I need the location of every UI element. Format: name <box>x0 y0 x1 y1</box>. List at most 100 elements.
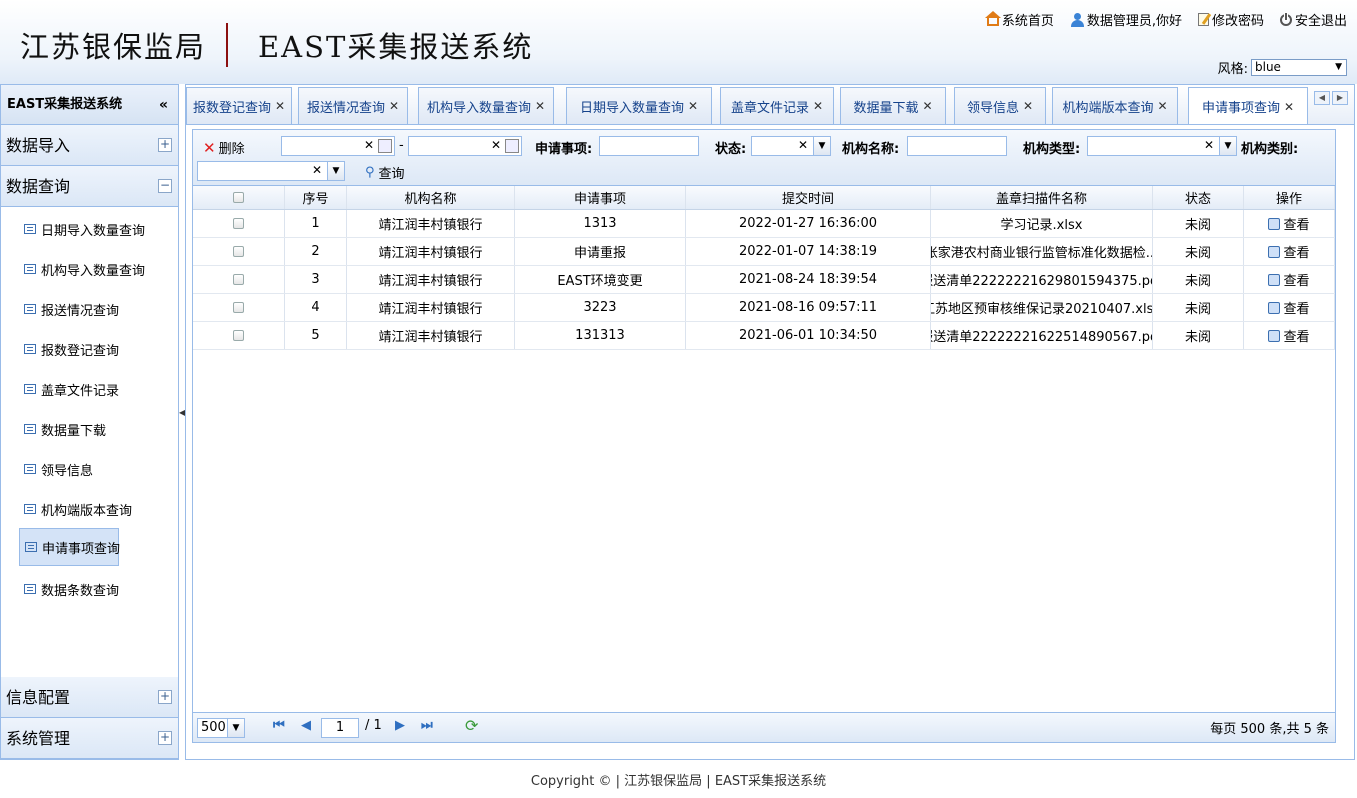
expand-icon[interactable]: + <box>158 690 172 704</box>
change-password-link[interactable]: 修改密码 <box>1197 10 1264 29</box>
scroll-left-icon[interactable]: ◀ <box>1314 91 1330 105</box>
close-icon[interactable]: ✕ <box>1023 99 1033 113</box>
close-icon[interactable]: ✕ <box>275 99 285 113</box>
scroll-right-icon[interactable]: ▶ <box>1332 91 1348 105</box>
column-header[interactable]: 申请事项 <box>515 186 686 209</box>
close-icon[interactable]: ✕ <box>1284 100 1294 114</box>
sidebar-item[interactable]: 数据条数查询 <box>19 570 119 608</box>
grid-header: 序号 机构名称 申请事项 提交时间 盖章扫描件名称 状态 操作 <box>193 186 1335 210</box>
tab[interactable]: 机构端版本查询 ✕ <box>1052 87 1178 124</box>
table-row[interactable]: 2 靖江润丰村镇银行 申请重报 2022-01-07 14:38:19 张家港农村商业银… <box>193 238 1335 266</box>
org-type-select[interactable]: ✕ ▼ <box>1087 136 1237 156</box>
sidebar-item[interactable]: 领导信息 <box>19 450 119 488</box>
user-link[interactable]: 数据管理员,你好 <box>1070 10 1182 29</box>
prev-page-icon[interactable]: ◀ <box>301 718 311 733</box>
section-system-admin[interactable]: 系统管理 + <box>1 718 178 759</box>
row-checkbox[interactable] <box>233 302 244 313</box>
tab[interactable]: 报送情况查询 ✕ <box>298 87 408 124</box>
sidebar-item[interactable]: 日期导入数量查询 <box>19 210 145 248</box>
column-header[interactable]: 序号 <box>285 186 347 209</box>
start-date-field[interactable]: ✕ <box>281 136 395 156</box>
table-row[interactable]: 1 靖江润丰村镇银行 1313 2022-01-27 16:36:00 学习记录.xls… <box>193 210 1335 238</box>
view-button[interactable]: 查看 <box>1244 294 1335 321</box>
next-page-icon[interactable]: ▶ <box>395 718 405 733</box>
collapse-sidebar-icon[interactable]: « <box>159 85 168 125</box>
collapse-icon[interactable]: − <box>158 179 172 193</box>
tab-active[interactable]: 申请事项查询 ✕ <box>1188 87 1308 124</box>
view-button[interactable]: 查看 <box>1244 210 1335 237</box>
refresh-icon[interactable]: ⟳ <box>465 716 478 735</box>
chevron-down-icon[interactable]: ▼ <box>813 137 830 155</box>
expand-icon[interactable]: + <box>158 138 172 152</box>
table-cell: 2 <box>285 238 347 265</box>
clear-icon[interactable]: ✕ <box>364 138 374 152</box>
select-all-checkbox[interactable] <box>233 192 244 203</box>
tab[interactable]: 盖章文件记录 ✕ <box>720 87 834 124</box>
last-page-icon[interactable]: ⏭ <box>421 718 433 733</box>
apply-item-input[interactable] <box>599 136 699 156</box>
style-select[interactable]: blue <box>1251 59 1347 76</box>
view-button[interactable]: 查看 <box>1244 238 1335 265</box>
table-cell: 靖江润丰村镇银行 <box>347 294 515 321</box>
column-header[interactable]: 提交时间 <box>686 186 931 209</box>
chevron-down-icon[interactable]: ▼ <box>227 719 244 737</box>
tab[interactable]: 数据量下载 ✕ <box>840 87 946 124</box>
clear-icon[interactable]: ✕ <box>798 138 808 152</box>
tab[interactable]: 报数登记查询 ✕ <box>186 87 292 124</box>
chevron-down-icon[interactable]: ▼ <box>1219 137 1236 155</box>
search-icon: ⚲ <box>365 165 375 180</box>
page-size-value: 500 <box>201 720 226 735</box>
row-checkbox[interactable] <box>233 246 244 257</box>
table-row[interactable]: 3 靖江润丰村镇银行 EAST环境变更 2021-08-24 18:39:54 报送清单… <box>193 266 1335 294</box>
tab[interactable]: 日期导入数量查询 ✕ <box>566 87 712 124</box>
expand-icon[interactable]: + <box>158 731 172 745</box>
sidebar-item[interactable]: 报数登记查询 <box>19 330 119 368</box>
logout-link[interactable]: 安全退出 <box>1279 10 1347 29</box>
column-header[interactable]: 操作 <box>1244 186 1335 209</box>
column-header[interactable]: 机构名称 <box>347 186 515 209</box>
page-number-input[interactable]: 1 <box>321 718 359 738</box>
org-category-select[interactable]: ✕ ▼ <box>197 161 345 181</box>
row-checkbox[interactable] <box>233 274 244 285</box>
tab[interactable]: 领导信息 ✕ <box>954 87 1046 124</box>
row-checkbox[interactable] <box>233 218 244 229</box>
close-icon[interactable]: ✕ <box>389 99 399 113</box>
clear-icon[interactable]: ✕ <box>312 163 322 177</box>
sidebar-item[interactable]: 机构导入数量查询 <box>19 250 145 288</box>
query-button[interactable]: ⚲ 查询 <box>365 163 405 182</box>
sidebar-item[interactable]: 报送情况查询 <box>19 290 119 328</box>
section-data-query[interactable]: 数据查询 − <box>1 166 178 207</box>
view-button[interactable]: 查看 <box>1244 322 1335 349</box>
sidebar-item[interactable]: 数据量下载 <box>19 410 119 448</box>
sidebar-item[interactable]: 机构端版本查询 <box>19 490 132 528</box>
close-icon[interactable]: ✕ <box>535 99 545 113</box>
column-header[interactable]: 盖章扫描件名称 <box>931 186 1153 209</box>
close-icon[interactable]: ✕ <box>688 99 698 113</box>
calendar-icon[interactable] <box>378 139 392 153</box>
clear-icon[interactable]: ✕ <box>1204 138 1214 152</box>
chevron-down-icon[interactable]: ▼ <box>327 162 344 180</box>
end-date-field[interactable]: ✕ <box>408 136 522 156</box>
view-button[interactable]: 查看 <box>1244 266 1335 293</box>
delete-button[interactable]: ✕ 删除 <box>203 138 245 158</box>
row-checkbox[interactable] <box>233 330 244 341</box>
table-cell: 4 <box>285 294 347 321</box>
tab[interactable]: 机构导入数量查询 ✕ <box>418 87 554 124</box>
status-select[interactable]: ✕ ▼ <box>751 136 831 156</box>
close-icon[interactable]: ✕ <box>922 99 932 113</box>
column-header[interactable]: 状态 <box>1153 186 1244 209</box>
clear-icon[interactable]: ✕ <box>491 138 501 152</box>
table-row[interactable]: 4 靖江润丰村镇银行 3223 2021-08-16 09:57:11 江苏地区预审核维… <box>193 294 1335 322</box>
calendar-icon[interactable] <box>505 139 519 153</box>
home-link[interactable]: 系统首页 <box>984 10 1054 29</box>
close-icon[interactable]: ✕ <box>813 99 823 113</box>
sidebar-item[interactable]: 盖章文件记录 <box>19 370 119 408</box>
org-name-input[interactable] <box>907 136 1007 156</box>
close-icon[interactable]: ✕ <box>1157 99 1167 113</box>
table-row[interactable]: 5 靖江润丰村镇银行 131313 2021-06-01 10:34:50 报送清单22… <box>193 322 1335 350</box>
section-info-config[interactable]: 信息配置 + <box>1 677 178 718</box>
section-data-import[interactable]: 数据导入 + <box>1 125 178 166</box>
sidebar-item-active[interactable]: 申请事项查询 <box>19 528 120 566</box>
page-size-select[interactable]: 500 ▼ <box>197 718 245 738</box>
first-page-icon[interactable]: ⏮ <box>273 718 285 733</box>
